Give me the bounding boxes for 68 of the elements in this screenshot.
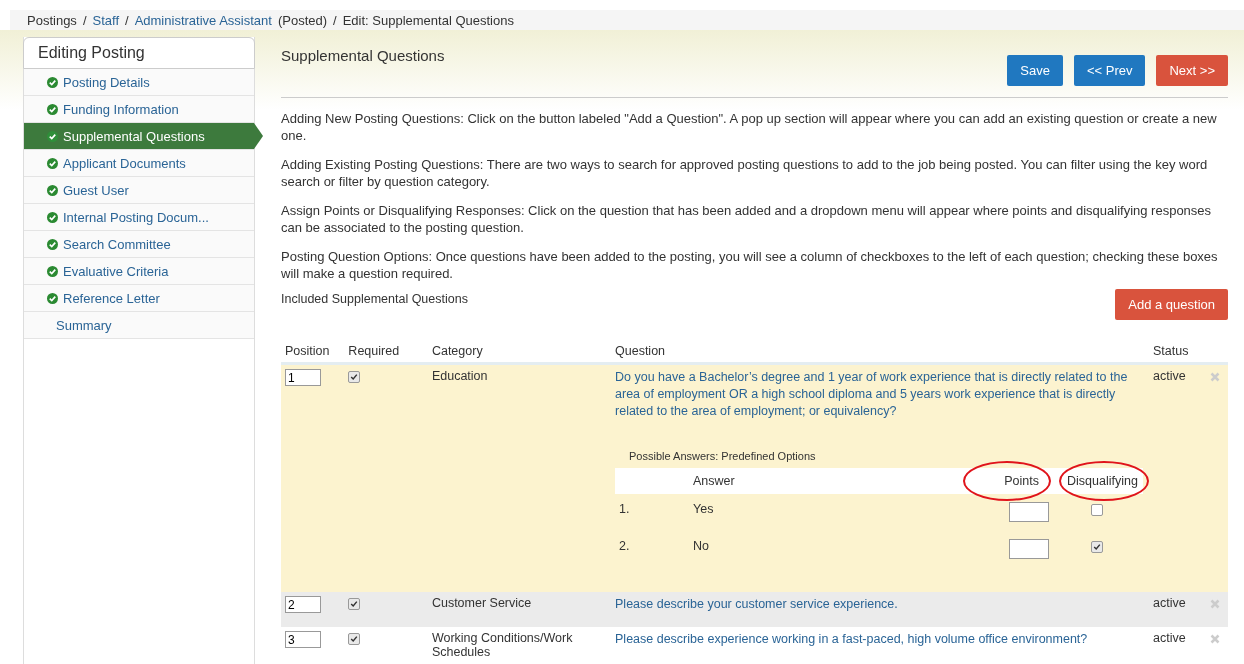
checkbox[interactable] [1091, 541, 1103, 553]
sidebar-item[interactable]: Funding Information [24, 96, 254, 123]
next-button[interactable]: Next >> [1156, 55, 1228, 86]
checkbox[interactable] [348, 633, 361, 645]
instruction-paragraph: Adding Existing Posting Questions: There are two ways to search for approved posting questions to add to the job being posted. You can filter using the key word search or filter by question category. [281, 156, 1209, 190]
sidebar-item[interactable]: Summary [24, 312, 254, 339]
remove-icon[interactable] [1210, 372, 1221, 382]
breadcrumb-separator: / [125, 12, 129, 28]
position-field[interactable]: 2 [285, 596, 321, 613]
answer-column-header: Points [1004, 474, 1039, 488]
category-text: Working Conditions/Work Schedules [431, 631, 573, 659]
answer-column-header: Disqualifying [1067, 474, 1138, 488]
check-circle-icon [47, 103, 58, 115]
instruction-paragraph: Assign Points or Disqualifying Responses: Click on the question that has been added and a dropdown menu will appear where points and disqualifying responses can be associated to the posting question. [281, 202, 1213, 236]
question-link[interactable]: Please describe experience working in a fast-paced, high volume office environment? [615, 631, 1145, 648]
check-circle-icon [47, 157, 58, 169]
sidebar-item[interactable]: Evaluative Criteria [24, 258, 254, 285]
sidebar-item[interactable]: Search Committee [24, 231, 254, 258]
remove-icon[interactable] [1210, 634, 1221, 644]
breadcrumb-link[interactable]: Administrative Assistant [134, 12, 272, 28]
check-circle-icon [47, 238, 58, 250]
instruction-paragraph: Adding New Posting Questions: Click on the button labeled "Add a Question". A pop up section will appear where you can add an existing question or create a new one. [281, 110, 1218, 144]
breadcrumb-item: Postings [27, 12, 77, 28]
question-row[interactable]: 3 Working Conditions/Work Schedules Please describe experience working in a fast-paced, high volume office environment? active [281, 627, 1228, 664]
checkbox[interactable] [348, 371, 361, 383]
breadcrumb-item: Edit: Supplemental Questions [342, 12, 514, 28]
sidebar-title: Editing Posting [23, 37, 255, 69]
breadcrumb-separator: / [333, 12, 337, 28]
sidebar-item[interactable]: Guest User [24, 177, 254, 204]
check-circle-icon [47, 211, 58, 223]
answer-number: 2. [619, 539, 630, 553]
breadcrumb-separator: / [82, 12, 87, 28]
position-field[interactable]: 3 [285, 631, 321, 648]
status-text: active [1153, 631, 1186, 645]
answers-title: Possible Answers: Predefined Options [629, 450, 817, 462]
breadcrumb-status: (Posted) [277, 12, 328, 28]
check-circle-icon [47, 292, 58, 304]
add-question-button[interactable]: Add a question [1115, 289, 1228, 320]
points-field[interactable] [1009, 539, 1049, 559]
check-circle-icon [47, 184, 58, 196]
question-link[interactable]: Do you have a Bachelor’s degree and 1 year of work experience that is directly related to the area of employment OR a high school diploma and 5 years work experience that is directly related to the area of employment; or equivalency? [615, 369, 1145, 420]
position-field[interactable]: 1 [285, 369, 321, 386]
section-title: Included Supplemental Questions [281, 292, 468, 306]
answer-text: No [693, 539, 709, 553]
answer-text: Yes [693, 502, 714, 516]
checkbox[interactable] [1091, 504, 1103, 516]
page-title: Supplemental Questions [281, 47, 445, 64]
check-circle-icon [47, 76, 58, 88]
sidebar-item[interactable]: Applicant Documents [24, 150, 254, 177]
check-circle-icon [47, 130, 58, 142]
question-link[interactable]: Please describe your customer service experience. [615, 596, 1145, 613]
nav-button[interactable]: Save [1007, 55, 1063, 86]
status-text: active [1153, 596, 1186, 610]
instruction-paragraph: Posting Question Options: Once questions have been added to the posting, you will see a column of checkboxes to the left of each question; checking these boxes will make a question required. [281, 248, 1219, 282]
category-text: Customer Service [431, 596, 532, 610]
question-row[interactable]: 2 Customer Service Please describe your customer service experience. active [281, 592, 1228, 627]
sidebar-item[interactable]: Posting Details [24, 69, 254, 96]
sidebar-item[interactable]: Reference Letter [24, 285, 254, 312]
category-text: Education [431, 369, 488, 383]
nav-button[interactable]: << Prev [1073, 55, 1146, 86]
breadcrumb-link[interactable]: Staff [92, 12, 119, 28]
check-circle-icon [47, 265, 58, 277]
status-text: active [1153, 369, 1186, 383]
points-field[interactable] [1009, 502, 1049, 522]
checkbox[interactable] [348, 598, 361, 610]
sidebar-item[interactable]: Internal Posting Docum... [24, 204, 254, 231]
answer-number: 1. [619, 502, 630, 516]
answer-column-header: Answer [693, 474, 735, 488]
